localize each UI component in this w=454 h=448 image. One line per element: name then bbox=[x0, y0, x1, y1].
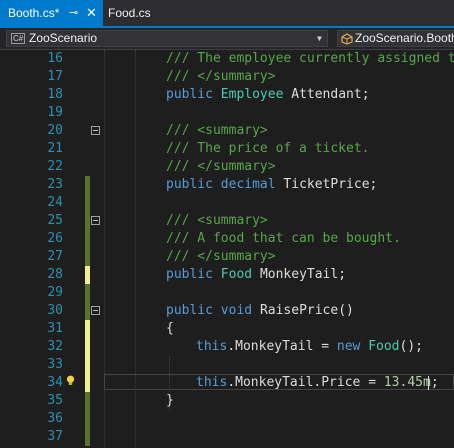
line-number: 26 bbox=[47, 231, 63, 246]
code-line: 18 public Employee Attendant; bbox=[0, 86, 454, 104]
saved-change-marker bbox=[85, 410, 90, 428]
code-text: public void RaisePrice() bbox=[166, 303, 354, 318]
code-text: this.MonkeyTail.Price = 13.45m; bbox=[196, 375, 439, 390]
unsaved-change-marker bbox=[85, 374, 90, 392]
code-line: 33 bbox=[0, 356, 454, 374]
code-text: /// </summary> bbox=[166, 249, 276, 264]
class-icon bbox=[341, 33, 353, 45]
navigation-bar: C# ZooScenario ▼ ZooScenario.Booth bbox=[0, 28, 454, 50]
code-line: 19 bbox=[0, 104, 454, 122]
code-text: { bbox=[166, 321, 174, 336]
code-line: 35 } bbox=[0, 392, 454, 410]
unsaved-change-marker bbox=[85, 338, 90, 356]
collapse-toggle[interactable] bbox=[91, 216, 100, 225]
code-line: 30 public void RaisePrice() bbox=[0, 302, 454, 320]
line-number: 16 bbox=[47, 51, 63, 66]
chevron-down-icon: ▼ bbox=[317, 34, 322, 43]
code-text: public Food MonkeyTail; bbox=[166, 267, 347, 282]
code-text: /// <summary> bbox=[166, 123, 268, 138]
code-line: 29 bbox=[0, 284, 454, 302]
line-number: 33 bbox=[47, 357, 63, 372]
tab-food-cs[interactable]: Food.cs bbox=[104, 0, 160, 26]
line-number: 20 bbox=[47, 123, 63, 138]
line-number: 35 bbox=[47, 393, 63, 408]
code-line: 28 public Food MonkeyTail; bbox=[0, 266, 454, 284]
code-line: 24 bbox=[0, 194, 454, 212]
line-number: 30 bbox=[47, 303, 63, 318]
code-line: 34 this.MonkeyTail.Price = 13.45m; bbox=[0, 374, 454, 392]
line-number: 24 bbox=[47, 195, 63, 210]
line-number: 34 bbox=[47, 375, 63, 390]
code-text: /// </summary> bbox=[166, 69, 276, 84]
code-line: 20 /// <summary> bbox=[0, 122, 454, 140]
tab-booth-cs[interactable]: Booth.cs* ⊸ ✕ bbox=[0, 0, 103, 26]
type-dropdown[interactable]: ZooScenario.Booth bbox=[337, 30, 454, 47]
code-text: /// A food that can be bought. bbox=[166, 231, 401, 246]
pin-icon[interactable]: ⊸ bbox=[69, 0, 78, 26]
line-number: 19 bbox=[47, 105, 63, 120]
project-dropdown[interactable]: C# ZooScenario ▼ bbox=[6, 30, 328, 47]
line-number: 27 bbox=[47, 249, 63, 264]
line-number: 23 bbox=[47, 177, 63, 192]
csharp-project-icon: C# bbox=[11, 33, 26, 44]
code-text: public decimal TicketPrice; bbox=[166, 177, 378, 192]
tab-label: Food.cs bbox=[108, 6, 151, 20]
unsaved-change-marker bbox=[85, 356, 90, 374]
code-line: 27 /// </summary> bbox=[0, 248, 454, 266]
code-text: } bbox=[166, 393, 174, 408]
line-number: 21 bbox=[47, 141, 63, 156]
code-text: this.MonkeyTail = new Food(); bbox=[196, 339, 423, 354]
line-number: 17 bbox=[47, 69, 63, 84]
saved-change-marker bbox=[85, 284, 90, 302]
code-text: /// </summary> bbox=[166, 159, 276, 174]
code-line: 16 /// The employee currently assigned t… bbox=[0, 50, 454, 68]
unsaved-change-marker bbox=[85, 320, 90, 338]
code-text: /// The employee currently assigned to bbox=[166, 51, 454, 66]
code-line: 37 bbox=[0, 428, 454, 446]
line-number: 36 bbox=[47, 411, 63, 426]
code-line: 32 this.MonkeyTail = new Food(); bbox=[0, 338, 454, 356]
code-line: 21 /// The price of a ticket. bbox=[0, 140, 454, 158]
line-number: 32 bbox=[47, 339, 63, 354]
code-line: 17 /// </summary> bbox=[0, 68, 454, 86]
line-number: 22 bbox=[47, 159, 63, 174]
document-tab-bar: Booth.cs* ⊸ ✕ Food.cs bbox=[0, 0, 454, 28]
collapse-toggle[interactable] bbox=[91, 306, 100, 315]
line-number: 37 bbox=[47, 429, 63, 444]
code-line: 31 { bbox=[0, 320, 454, 338]
saved-change-marker bbox=[85, 392, 90, 410]
class-name: ZooScenario.Booth bbox=[355, 31, 454, 45]
text-caret bbox=[428, 376, 429, 390]
unsaved-change-marker bbox=[85, 266, 90, 284]
code-text: /// The price of a ticket. bbox=[166, 141, 370, 156]
close-icon[interactable]: ✕ bbox=[86, 0, 97, 26]
code-line: 26 /// A food that can be bought. bbox=[0, 230, 454, 248]
saved-change-marker bbox=[85, 212, 90, 230]
code-line: 22 /// </summary> bbox=[0, 158, 454, 176]
saved-change-marker bbox=[85, 428, 90, 446]
saved-change-marker bbox=[85, 194, 90, 212]
line-number: 31 bbox=[47, 321, 63, 336]
lightbulb-icon[interactable] bbox=[65, 375, 76, 386]
code-line: 23 public decimal TicketPrice; bbox=[0, 176, 454, 194]
code-line: 25 /// <summary> bbox=[0, 212, 454, 230]
saved-change-marker bbox=[85, 302, 90, 320]
line-number: 18 bbox=[47, 87, 63, 102]
project-name: ZooScenario bbox=[29, 31, 98, 45]
line-number: 29 bbox=[47, 285, 63, 300]
code-text: public Employee Attendant; bbox=[166, 87, 370, 102]
line-number: 28 bbox=[47, 267, 63, 282]
saved-change-marker bbox=[85, 230, 90, 248]
collapse-toggle[interactable] bbox=[91, 126, 100, 135]
code-editor[interactable]: 16 /// The employee currently assigned t… bbox=[0, 50, 454, 448]
code-line: 36 bbox=[0, 410, 454, 428]
line-number: 25 bbox=[47, 213, 63, 228]
saved-change-marker bbox=[85, 248, 90, 266]
code-text: /// <summary> bbox=[166, 213, 268, 228]
tab-label: Booth.cs* bbox=[8, 6, 60, 20]
saved-change-marker bbox=[85, 176, 90, 194]
